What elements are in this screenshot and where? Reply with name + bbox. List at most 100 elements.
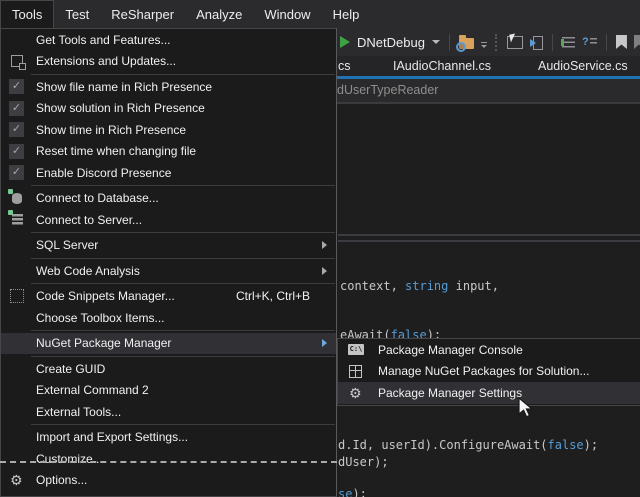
code-token: input,	[448, 279, 499, 293]
menu-bar: ToolsTestReSharperAnalyzeWindowHelp	[0, 0, 640, 28]
checkmark-icon: ✓	[9, 122, 24, 137]
code-token: d.Id, userId).ConfigureAwait(	[338, 438, 548, 452]
checkmark-icon: ✓	[9, 165, 24, 180]
menu-icon-gutter: ⚙	[9, 473, 36, 487]
menu-item-label: Import and Export Settings...	[36, 430, 188, 444]
code-token: se	[338, 487, 352, 497]
run-config-dropdown-icon[interactable]	[432, 40, 440, 44]
menu-separator	[31, 330, 335, 331]
menu-item-web-code-analysis[interactable]: Web Code Analysis	[1, 260, 336, 282]
editor-split-line	[338, 234, 640, 236]
toolbar-grip[interactable]	[495, 34, 499, 51]
code-token: context,	[340, 279, 405, 293]
database-connect-icon	[12, 193, 22, 204]
submenu-item-package-manager-settings[interactable]: ⚙ Package Manager Settings	[338, 382, 640, 404]
menu-item-show-time-in-rich-presence[interactable]: ✓ Show time in Rich Presence	[1, 119, 336, 141]
toolbar-overflow-icon[interactable]	[481, 45, 487, 48]
menu-item-show-solution-in-rich-presence[interactable]: ✓Show solution in Rich Presence	[1, 98, 336, 120]
menu-item-get-tools-and-features[interactable]: Get Tools and Features...	[1, 29, 336, 51]
menu-item-label: Customize...	[36, 452, 103, 466]
menu-item-code-snippets-manager[interactable]: Code Snippets Manager...Ctrl+K, Ctrl+B	[1, 286, 336, 308]
menubar-item-analyze[interactable]: Analyze	[185, 0, 253, 28]
menu-item-label: SQL Server	[36, 238, 98, 252]
paste-lines-icon[interactable]	[530, 36, 543, 49]
code-token: );	[584, 438, 598, 452]
find-in-files-icon[interactable]	[459, 38, 474, 49]
submenu-item-label: Package Manager Settings	[378, 386, 522, 400]
menu-icon-gutter: ✓	[9, 165, 36, 180]
submenu-icon-gutter	[344, 365, 378, 378]
tab-partial[interactable]: cs	[338, 56, 351, 76]
menu-item-label: Show time in Rich Presence	[36, 123, 186, 137]
indent-icon[interactable]	[562, 37, 575, 48]
menu-icon-gutter	[9, 55, 36, 67]
submenu-item-label: Package Manager Console	[378, 343, 523, 357]
code-line: d.Id, userId).ConfigureAwait(false);	[338, 438, 598, 452]
visual-studio-window: ToolsTestReSharperAnalyzeWindowHelp DNet…	[0, 0, 640, 497]
menu-item-label: Extensions and Updates...	[36, 54, 176, 68]
menubar-item-help[interactable]: Help	[322, 0, 371, 28]
toolbar-separator	[449, 34, 450, 51]
gear-icon: ⚙	[10, 473, 23, 487]
menu-item-connect-to-database[interactable]: Connect to Database...	[1, 188, 336, 210]
menubar-item-resharper[interactable]: ReSharper	[100, 0, 185, 28]
menu-item-label: Enable Discord Presence	[36, 166, 171, 180]
menu-separator	[31, 283, 335, 284]
menu-item-nuget-package-manager[interactable]: NuGet Package Manager	[1, 333, 336, 355]
code-token: dUser);	[338, 455, 389, 469]
menu-item-options[interactable]: ⚙ Options...	[1, 470, 336, 492]
menu-item-show-file-name-in-rich-presence[interactable]: ✓ Show file name in Rich Presence	[1, 76, 336, 98]
menu-item-extensions-and-updates[interactable]: Extensions and Updates...	[1, 51, 336, 73]
start-debug-icon[interactable]	[340, 36, 350, 48]
menu-item-import-and-export-settings[interactable]: Import and Export Settings...	[1, 427, 336, 449]
toolbar-separator	[606, 34, 607, 51]
menu-item-external-command-2[interactable]: External Command 2	[1, 380, 336, 402]
menu-item-label: Web Code Analysis	[36, 264, 140, 278]
nuget-submenu: C:\Package Manager Console Manage NuGet P…	[337, 338, 640, 406]
submenu-item-manage-nuget-packages-for-solution[interactable]: Manage NuGet Packages for Solution...	[338, 361, 640, 383]
menu-item-connect-to-server[interactable]: Connect to Server...	[1, 209, 336, 231]
code-snippets-icon	[10, 289, 24, 303]
editor-top-border	[337, 102, 640, 104]
breadcrumb[interactable]: dUserTypeReader	[337, 79, 438, 102]
menu-item-reset-time-when-changing-file[interactable]: ✓Reset time when changing file	[1, 141, 336, 163]
menu-separator	[31, 424, 335, 425]
menu-separator	[31, 74, 335, 75]
mouse-cursor	[518, 397, 534, 419]
menubar-item-window[interactable]: Window	[253, 0, 321, 28]
bookmark-icon[interactable]	[616, 35, 627, 49]
menu-icon-gutter	[9, 289, 36, 303]
tab-audioservice[interactable]: AudioService.cs	[538, 56, 628, 76]
menu-item-label: Options...	[36, 473, 87, 487]
extensions-icon	[11, 55, 23, 67]
menu-item-sql-server[interactable]: SQL Server	[1, 235, 336, 257]
submenu-arrow-icon	[322, 241, 327, 249]
menu-item-label: Reset time when changing file	[36, 144, 196, 158]
menu-item-external-tools[interactable]: External Tools...	[1, 401, 336, 423]
submenu-arrow-icon	[322, 267, 327, 275]
checkmark-icon: ✓	[9, 79, 24, 94]
run-config-label[interactable]: DNetDebug	[357, 35, 425, 50]
code-token: );	[352, 487, 366, 497]
navigate-pointer-icon[interactable]	[507, 36, 523, 49]
menu-item-create-guid[interactable]: Create GUID	[1, 358, 336, 380]
menubar-item-test[interactable]: Test	[54, 0, 100, 28]
selection-marquee	[0, 461, 337, 463]
submenu-item-package-manager-console[interactable]: C:\Package Manager Console	[338, 339, 640, 361]
menu-item-enable-discord-presence[interactable]: ✓ Enable Discord Presence	[1, 162, 336, 184]
menu-item-shortcut: Ctrl+K, Ctrl+B	[236, 289, 336, 303]
menubar-item-tools[interactable]: Tools	[0, 0, 54, 28]
menu-separator	[31, 356, 335, 357]
submenu-arrow-icon	[322, 339, 327, 347]
menu-item-customize[interactable]: Customize...	[1, 448, 336, 470]
submenu-item-label: Manage NuGet Packages for Solution...	[378, 364, 589, 378]
code-token: string	[405, 279, 448, 293]
tab-iaudiochannel[interactable]: IAudioChannel.cs	[393, 56, 491, 76]
comment-help-icon[interactable]: ?	[582, 36, 597, 48]
menu-icon-gutter: ✓	[9, 122, 36, 137]
bookmark-next-icon[interactable]	[634, 35, 640, 49]
menu-item-label: Connect to Server...	[36, 213, 142, 227]
menu-item-choose-toolbox-items[interactable]: Choose Toolbox Items...	[1, 307, 336, 329]
menu-item-label: Show file name in Rich Presence	[36, 80, 212, 94]
gear-icon: ⚙	[349, 386, 362, 400]
